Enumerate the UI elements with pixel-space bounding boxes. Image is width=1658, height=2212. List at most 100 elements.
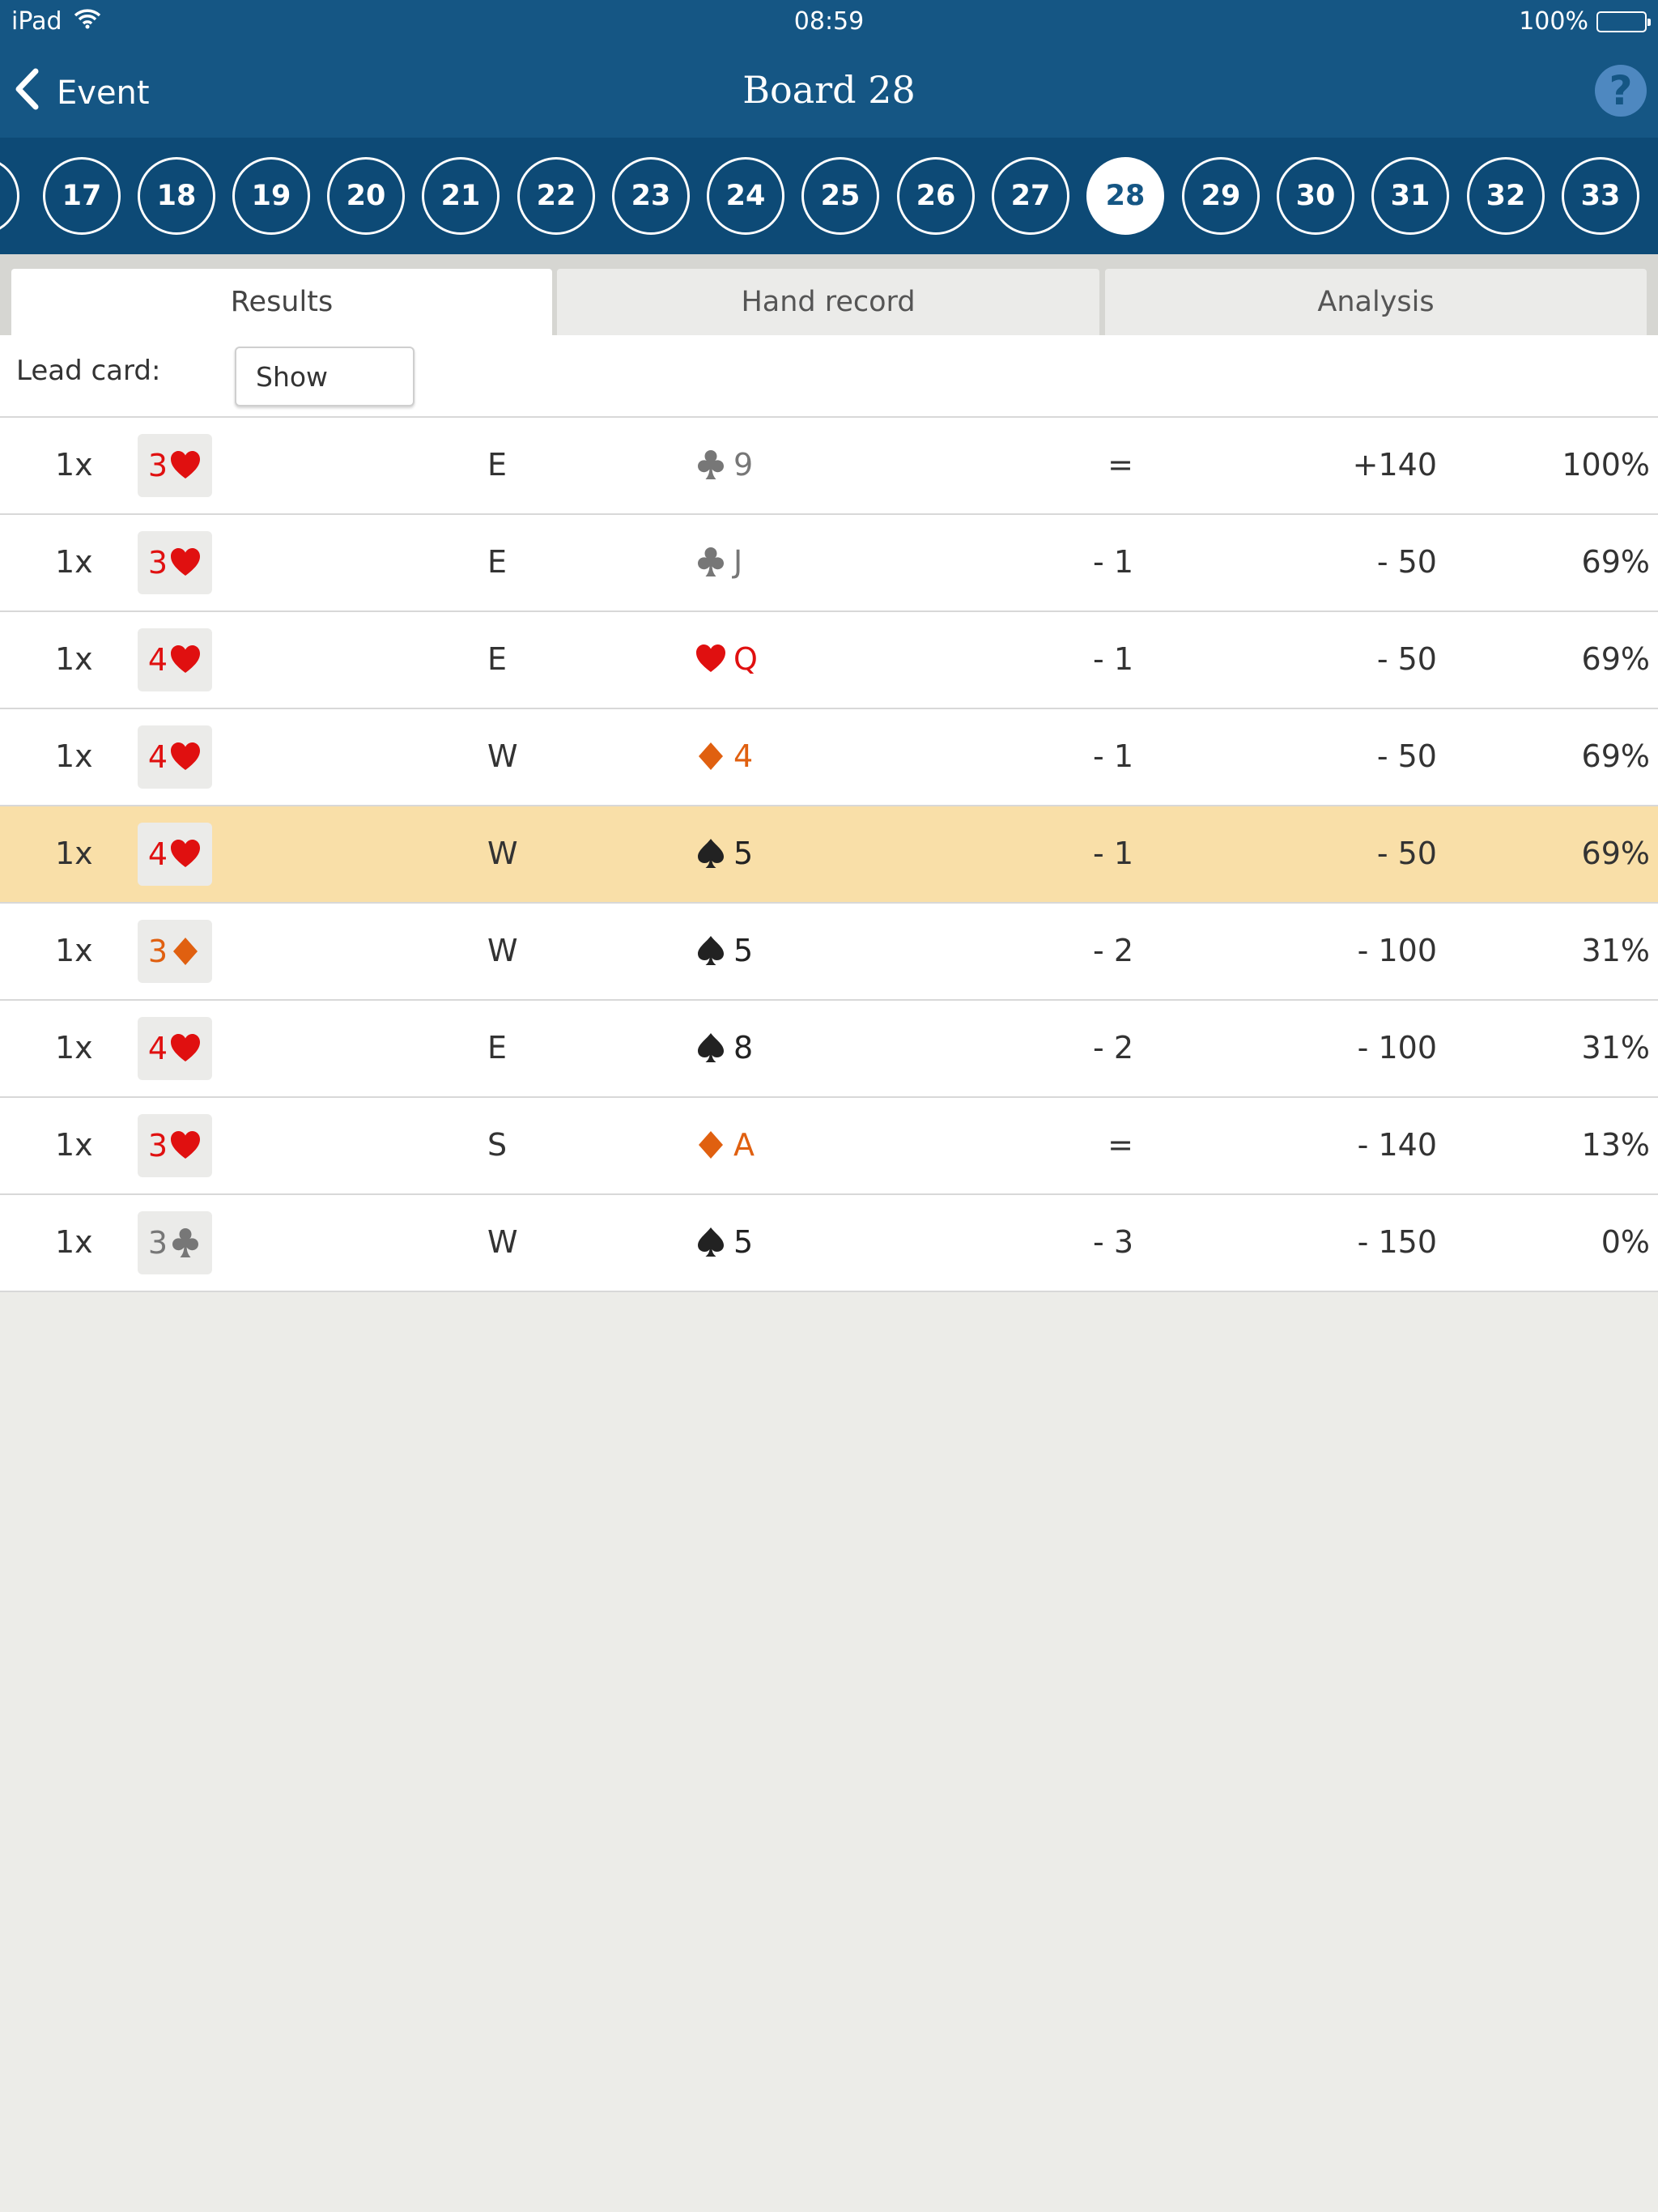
lead-card: 5 [695, 1224, 753, 1260]
board-item-22[interactable]: 22 [517, 157, 595, 235]
contract-badge: 4 [138, 725, 212, 789]
result-count: 1x [55, 738, 93, 774]
lead-rank: 4 [733, 738, 754, 774]
battery-icon [1596, 11, 1651, 32]
lead-rank: 5 [733, 836, 754, 871]
nav-bar: Event Board 28 ? [0, 44, 1658, 138]
contract-badge: 4 [138, 1017, 212, 1080]
board-item-prev-partial[interactable] [0, 157, 19, 235]
board-item-24[interactable]: 24 [707, 157, 784, 235]
board-item-17[interactable]: 17 [43, 157, 121, 235]
result-count: 1x [55, 1224, 93, 1260]
result-row[interactable]: 1x 3 E 9 = +140 100% [0, 418, 1658, 515]
result-row-selected[interactable]: 1x 4 W 5 - 1 - 50 69% [0, 806, 1658, 904]
club-icon [169, 1227, 202, 1259]
lead-card: 5 [695, 836, 753, 871]
board-item-20[interactable]: 20 [327, 157, 405, 235]
contract-badge: 3 [138, 434, 212, 497]
board-item-21[interactable]: 21 [422, 157, 500, 235]
spade-icon [695, 1226, 727, 1258]
heart-icon [169, 644, 202, 676]
board-item-31[interactable]: 31 [1371, 157, 1449, 235]
help-icon[interactable]: ? [1595, 65, 1647, 117]
show-lead-button[interactable]: Show [235, 347, 414, 406]
result-count: 1x [55, 447, 93, 483]
board-item-23[interactable]: 23 [612, 157, 690, 235]
result-row[interactable]: 1x 4 W 4 - 1 - 50 69% [0, 709, 1658, 806]
contract-result: - 2 [1093, 933, 1133, 968]
heart-icon [169, 838, 202, 870]
score: - 100 [1357, 1030, 1437, 1066]
contract-result: - 1 [1093, 836, 1133, 871]
result-row[interactable]: 1x 3 E J - 1 - 50 69% [0, 515, 1658, 612]
board-item-27[interactable]: 27 [992, 157, 1069, 235]
board-item-28-active[interactable]: 28 [1086, 157, 1164, 235]
lead-rank: J [733, 544, 743, 580]
score: - 50 [1376, 544, 1437, 580]
contract-badge: 3 [138, 531, 212, 594]
result-count: 1x [55, 1030, 93, 1066]
contract-level: 3 [147, 545, 168, 581]
board-item-32[interactable]: 32 [1467, 157, 1545, 235]
result-row[interactable]: 1x 3 W 5 - 2 - 100 31% [0, 904, 1658, 1001]
board-item-33[interactable]: 33 [1562, 157, 1639, 235]
board-item-26[interactable]: 26 [897, 157, 975, 235]
contract-result: - 2 [1093, 1030, 1133, 1066]
lead-rank: 5 [733, 933, 754, 968]
heart-icon [169, 741, 202, 773]
lead-card-label: Lead card: [16, 355, 161, 387]
result-row[interactable]: 1x 3 W 5 - 3 - 150 0% [0, 1195, 1658, 1292]
tab-analysis[interactable]: Analysis [1105, 269, 1647, 335]
declarer: W [487, 836, 518, 871]
contract-level: 3 [147, 448, 168, 483]
contract-badge: 3 [138, 1114, 212, 1177]
spade-icon [695, 1032, 727, 1064]
result-row[interactable]: 1x 3 S A = - 140 13% [0, 1098, 1658, 1195]
result-row[interactable]: 1x 4 E Q - 1 - 50 69% [0, 612, 1658, 709]
percentage: 31% [1581, 933, 1650, 968]
contract-level: 3 [147, 1128, 168, 1163]
spade-icon [695, 934, 727, 967]
spade-icon [695, 837, 727, 870]
lead-card-row: Lead card: Show [0, 335, 1658, 418]
contract-badge: 3 [138, 920, 212, 983]
board-item-18[interactable]: 18 [138, 157, 215, 235]
percentage: 69% [1581, 641, 1650, 677]
board-item-30[interactable]: 30 [1277, 157, 1354, 235]
result-count: 1x [55, 933, 93, 968]
diamond-icon [169, 935, 202, 968]
contract-level: 4 [147, 739, 168, 775]
contract-level: 4 [147, 642, 168, 678]
heart-icon [169, 1129, 202, 1162]
tab-hand-record[interactable]: Hand record [557, 269, 1099, 335]
lead-card: Q [695, 641, 758, 677]
contract-result: = [1107, 1127, 1133, 1163]
declarer: E [487, 1030, 508, 1066]
score: - 50 [1376, 738, 1437, 774]
percentage: 0% [1601, 1224, 1650, 1260]
board-item-29[interactable]: 29 [1182, 157, 1260, 235]
contract-result: = [1107, 447, 1133, 483]
declarer: W [487, 1224, 518, 1260]
tab-results[interactable]: Results [11, 269, 552, 335]
contract-result: - 1 [1093, 641, 1133, 677]
result-row[interactable]: 1x 4 E 8 - 2 - 100 31% [0, 1001, 1658, 1098]
lead-card: A [695, 1127, 755, 1163]
percentage: 69% [1581, 836, 1650, 871]
score: - 150 [1357, 1224, 1437, 1260]
diamond-icon [695, 1129, 727, 1161]
board-item-25[interactable]: 25 [801, 157, 879, 235]
lead-rank: Q [733, 641, 758, 677]
status-bar: iPad 08:59 100% [0, 0, 1658, 44]
board-item-19[interactable]: 19 [232, 157, 310, 235]
contract-result: - 1 [1093, 738, 1133, 774]
percentage: 100% [1562, 447, 1650, 483]
heart-icon [169, 547, 202, 579]
lead-rank: 5 [733, 1224, 754, 1260]
board-selector: 17 18 19 20 21 22 23 24 25 26 27 28 29 3… [0, 138, 1658, 254]
percentage: 69% [1581, 544, 1650, 580]
contract-badge: 4 [138, 823, 212, 886]
contract-badge: 3 [138, 1211, 212, 1274]
contract-result: - 1 [1093, 544, 1133, 580]
contract-level: 3 [147, 1225, 168, 1261]
